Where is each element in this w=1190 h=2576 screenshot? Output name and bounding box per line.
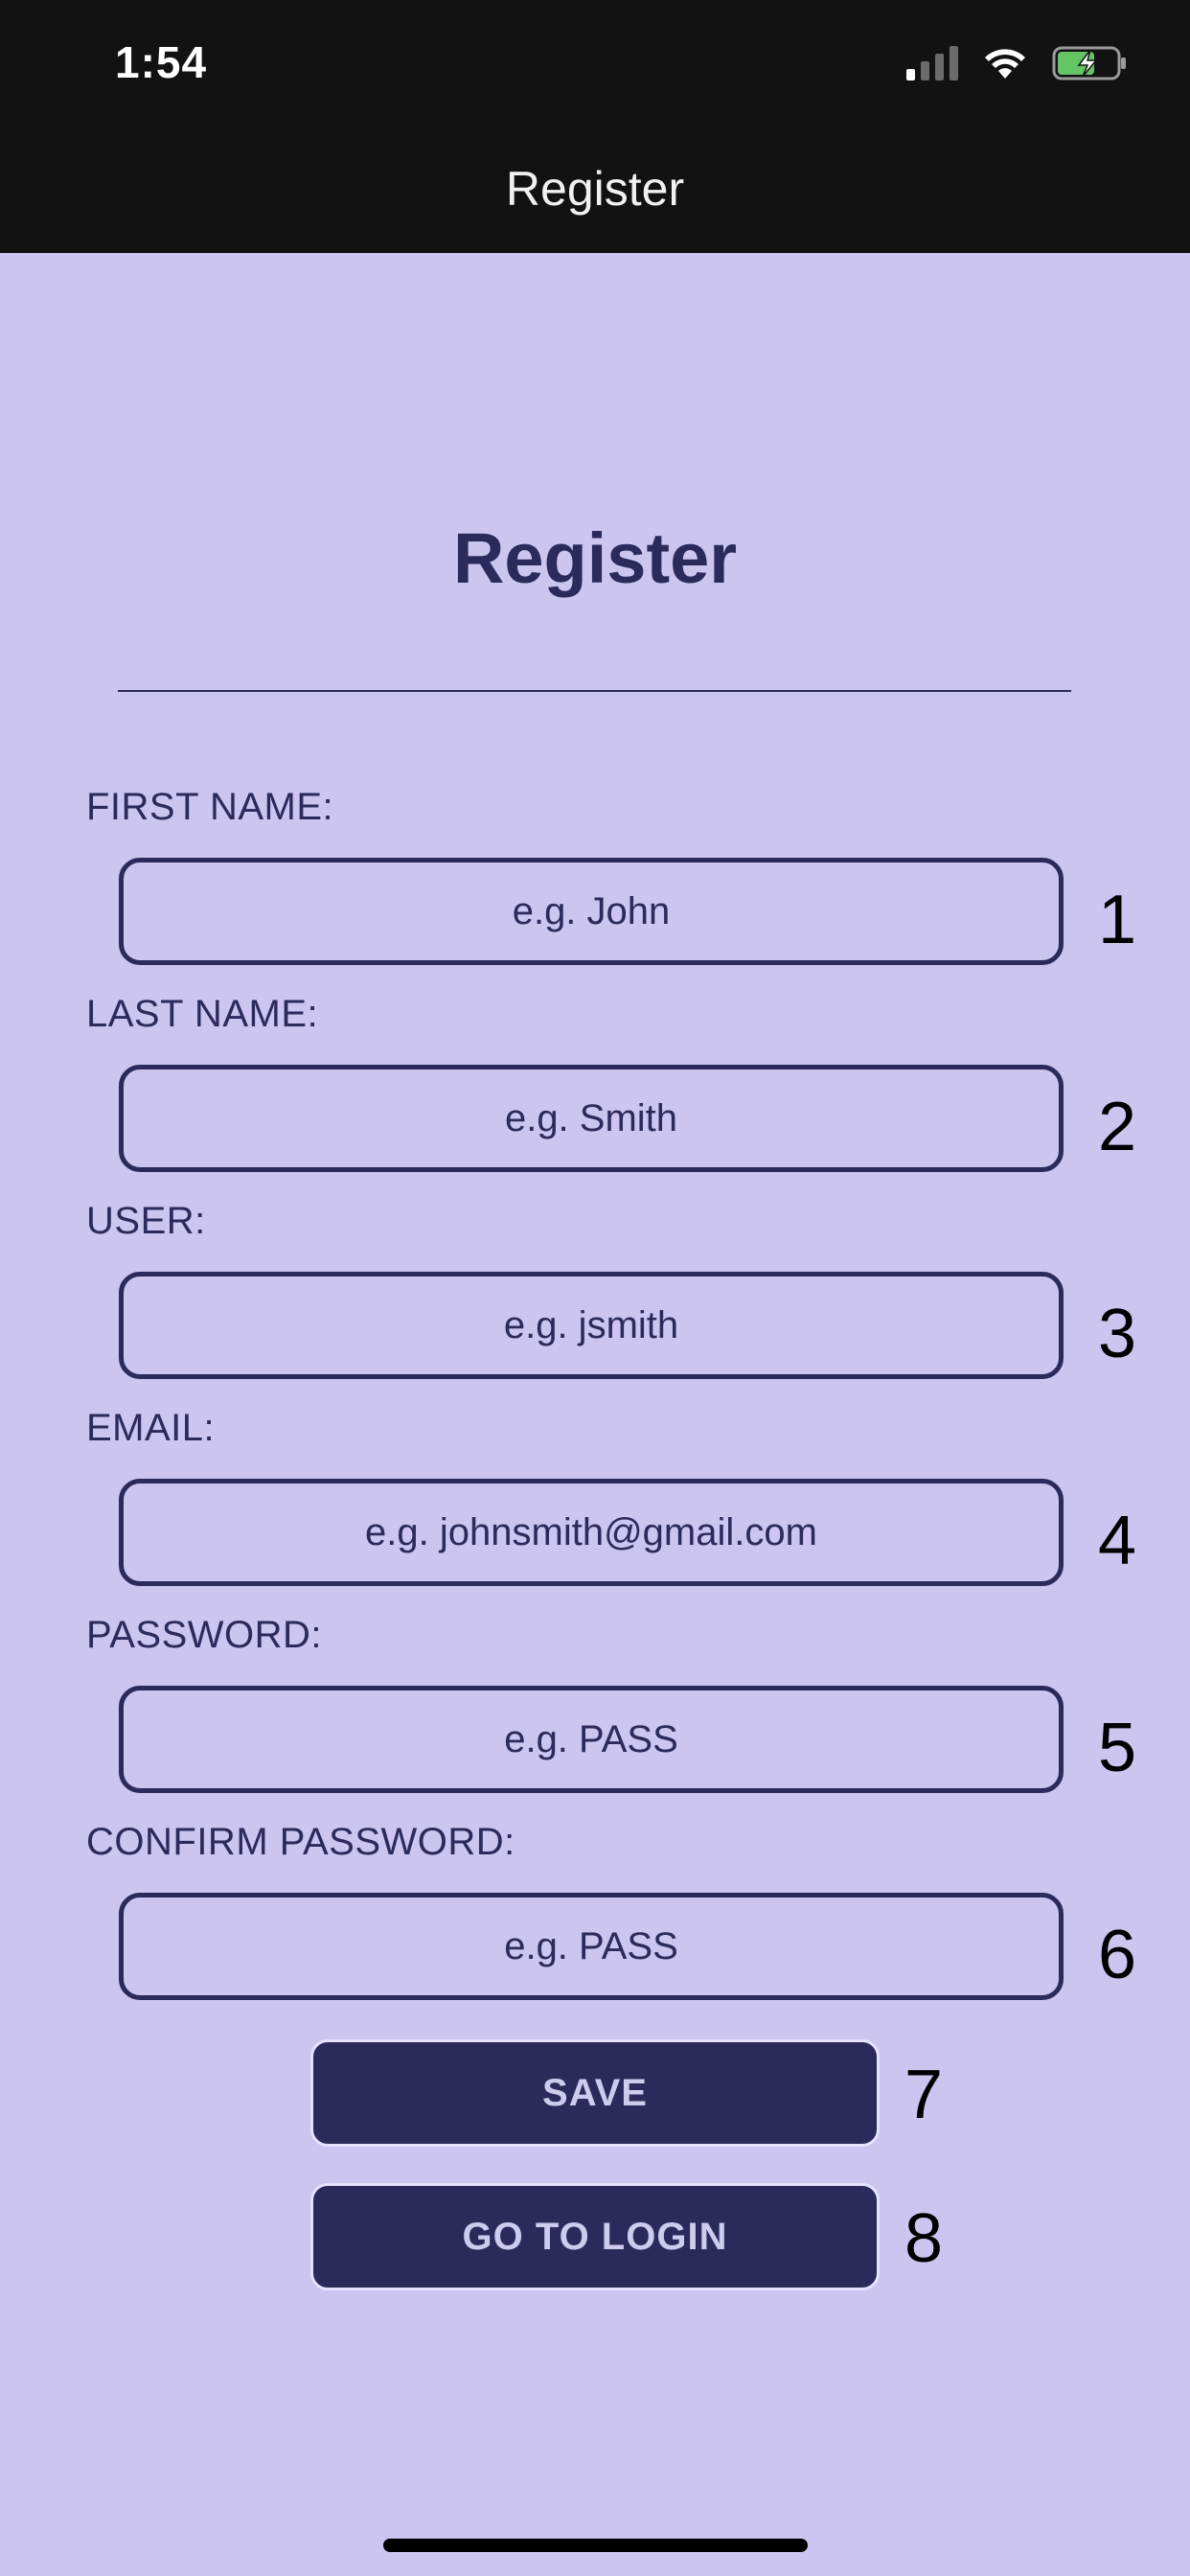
field-marker-5: 5: [1098, 1710, 1137, 1786]
email-field-box[interactable]: [119, 1479, 1064, 1586]
home-indicator: [383, 2539, 808, 2552]
password-input[interactable]: [124, 1716, 1059, 1762]
user-label: USER:: [86, 1200, 206, 1242]
email-input[interactable]: [124, 1509, 1059, 1555]
confirm-password-field-box[interactable]: [119, 1893, 1064, 2000]
button-marker-7: 7: [904, 2057, 944, 2133]
first-name-field-box[interactable]: [119, 858, 1064, 965]
go-to-login-button-label: GO TO LOGIN: [462, 2215, 728, 2258]
button-marker-8: 8: [904, 2200, 944, 2277]
signal-icon: [906, 46, 958, 80]
save-button-label: SAVE: [542, 2071, 648, 2114]
user-field-box[interactable]: [119, 1272, 1064, 1379]
field-marker-4: 4: [1098, 1503, 1137, 1579]
status-icons: [906, 42, 1129, 84]
last-name-label: LAST NAME:: [86, 993, 319, 1035]
field-marker-3: 3: [1098, 1296, 1137, 1372]
first-name-input[interactable]: [124, 888, 1059, 934]
wifi-icon: [985, 49, 1025, 79]
go-to-login-button[interactable]: GO TO LOGIN: [310, 2183, 880, 2290]
field-marker-1: 1: [1098, 882, 1137, 958]
user-input[interactable]: [124, 1302, 1059, 1348]
status-time: 1:54: [115, 37, 208, 87]
field-marker-2: 2: [1098, 1089, 1137, 1165]
last-name-input[interactable]: [124, 1095, 1059, 1141]
confirm-password-input[interactable]: [124, 1923, 1059, 1969]
password-field-box[interactable]: [119, 1686, 1064, 1793]
nav-title: Register: [505, 162, 685, 216]
title-divider: [118, 690, 1071, 692]
email-label: EMAIL:: [86, 1407, 216, 1449]
field-marker-6: 6: [1098, 1917, 1137, 1993]
first-name-label: FIRST NAME:: [86, 786, 334, 828]
last-name-field-box[interactable]: [119, 1065, 1064, 1172]
confirm-password-label: CONFIRM PASSWORD:: [86, 1821, 515, 1863]
battery-charging-icon: [1052, 46, 1126, 80]
password-label: PASSWORD:: [86, 1614, 323, 1656]
page-title: Register: [452, 518, 738, 598]
top-bar: 1:54 Register: [0, 0, 1190, 253]
save-button[interactable]: SAVE: [310, 2039, 880, 2147]
